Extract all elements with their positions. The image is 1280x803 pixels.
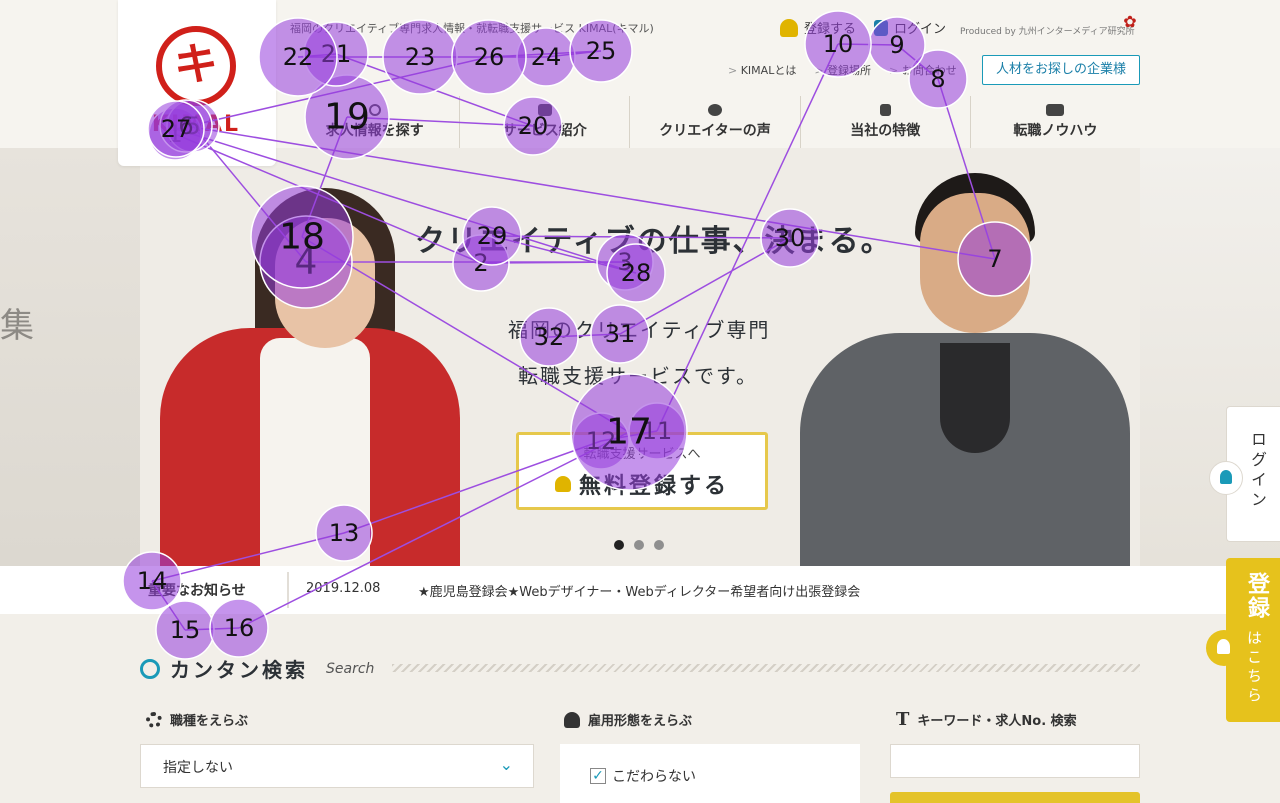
job-type-heading: 職種をえらぶ bbox=[146, 710, 248, 729]
employment-label: 雇用形態をえらぶ bbox=[588, 714, 693, 729]
keyword-input[interactable] bbox=[890, 744, 1140, 778]
slider-dot-2[interactable] bbox=[634, 540, 644, 550]
search-heading: カンタン検索 Search bbox=[140, 654, 374, 683]
search-icon bbox=[140, 658, 160, 679]
nav-service-label: サービス紹介 bbox=[502, 123, 587, 139]
checkbox-checked[interactable]: ✓ bbox=[590, 768, 606, 784]
employment-any-label: こだわらない bbox=[612, 769, 696, 785]
search-title: カンタン検索 bbox=[170, 658, 308, 682]
cta-big-label: 無料登録する bbox=[578, 474, 729, 499]
register-link-label: 登録する bbox=[804, 22, 857, 37]
lock-icon bbox=[874, 19, 889, 36]
nav-voices[interactable]: クリエイターの声 bbox=[629, 96, 799, 148]
news-label: 重要なお知らせ bbox=[148, 583, 246, 599]
logo-mark: キ bbox=[156, 26, 236, 106]
gaze-path-segment bbox=[184, 627, 240, 631]
nav-voices-label: クリエイターの声 bbox=[659, 123, 771, 139]
user-add-icon bbox=[780, 18, 798, 37]
gaze-fixation-label-15: 15 bbox=[170, 616, 201, 644]
register-link[interactable]: 登録する bbox=[780, 18, 856, 37]
side-register-tab[interactable]: 登録 はこちら bbox=[1206, 558, 1280, 722]
login-link[interactable]: ログイン bbox=[874, 18, 946, 37]
nav-service[interactable]: サービス紹介 bbox=[459, 96, 629, 148]
keyword-heading: T キーワード・求人No. 検索 bbox=[896, 710, 1077, 729]
job-type-select[interactable]: 指定しない ⌄ bbox=[140, 744, 534, 788]
producer-logo: ✿ bbox=[1123, 12, 1137, 31]
side-login-label: ログイン bbox=[1248, 431, 1267, 511]
user-add-icon bbox=[1206, 630, 1242, 666]
heading-stripe bbox=[392, 664, 1140, 672]
open-book-icon bbox=[1046, 104, 1065, 116]
nav-knowhow[interactable]: 転職ノウハウ bbox=[969, 96, 1140, 148]
text-icon: T bbox=[896, 708, 910, 730]
slider-dot-1[interactable] bbox=[614, 540, 624, 550]
login-link-label: ログイン bbox=[894, 22, 947, 37]
global-nav: 求人情報を探す サービス紹介 クリエイターの声 当社の特徴 転職ノウハウ bbox=[290, 96, 1140, 148]
side-register-sub: はこちら bbox=[1245, 630, 1263, 706]
site-logo[interactable]: キ KIMAL bbox=[118, 0, 276, 166]
news-title-link[interactable]: ★鹿児島登録会★Webデザイナー・Webディレクター希望者向け出張登録会 bbox=[418, 581, 860, 600]
site-tagline: 福岡のクリエイティブ専門求人情報・就転職支援サービス KIMAL(キマル) bbox=[290, 22, 654, 35]
sub-links: KIMALとは 登録場所 お問合わせ bbox=[728, 62, 957, 78]
nav-job-search[interactable]: 求人情報を探す bbox=[290, 96, 459, 148]
nav-features-label: 当社の特徴 bbox=[850, 123, 921, 139]
hero-subtext-1: 福岡のクリエイティブ専門 bbox=[508, 318, 771, 342]
speech-bubble-icon bbox=[708, 104, 722, 116]
hero-ghost-text: 集 bbox=[0, 306, 34, 346]
side-register-label: 登録 bbox=[1244, 572, 1269, 620]
produced-by: Produced by 九州インターメディア研究所 bbox=[960, 27, 1135, 37]
user-icon bbox=[1209, 461, 1243, 495]
slider-dot-3[interactable] bbox=[654, 540, 664, 550]
employment-options: ✓ こだわらない bbox=[560, 744, 860, 803]
search-icon bbox=[368, 104, 381, 116]
news-date: 2019.12.08 bbox=[306, 581, 381, 596]
employment-any-option[interactable]: ✓ こだわらない bbox=[590, 766, 696, 786]
keyword-search-button[interactable] bbox=[890, 792, 1140, 803]
user-add-icon bbox=[554, 476, 571, 492]
cta-small-label: 転職支援サービスへ bbox=[583, 447, 701, 462]
person-icon bbox=[564, 711, 580, 728]
employment-heading: 雇用形態をえらぶ bbox=[564, 710, 692, 729]
hero-subtext-2: 転職支援サービスです。 bbox=[518, 364, 758, 388]
nav-knowhow-label: 転職ノウハウ bbox=[1013, 123, 1098, 139]
gear-icon bbox=[146, 711, 162, 728]
flag-icon bbox=[537, 104, 552, 116]
sub-link-contact[interactable]: お問合わせ bbox=[889, 62, 957, 78]
sub-link-venue[interactable]: 登録場所 bbox=[814, 62, 871, 78]
free-register-button[interactable]: 転職支援サービスへ 無料登録する bbox=[516, 432, 768, 510]
gaze-fixation-label-16: 16 bbox=[224, 614, 255, 642]
hero-side-left: 集 bbox=[0, 148, 140, 566]
logo-text: KIMAL bbox=[151, 112, 241, 137]
nav-job-search-label: 求人情報を探す bbox=[325, 123, 424, 139]
hero-headline: クリエイティブの仕事、決まる。 bbox=[415, 224, 893, 259]
nav-features[interactable]: 当社の特徴 bbox=[799, 96, 970, 148]
keyword-label: キーワード・求人No. 検索 bbox=[917, 714, 1077, 729]
corporate-button[interactable]: 人材をお探しの企業様 bbox=[982, 55, 1140, 85]
slider-dots bbox=[614, 540, 664, 550]
side-login-tab[interactable]: ログイン bbox=[1209, 406, 1280, 542]
news-divider bbox=[287, 572, 289, 608]
job-type-value: 指定しない bbox=[163, 760, 233, 776]
sub-link-about[interactable]: KIMALとは bbox=[728, 62, 797, 78]
search-title-en: Search bbox=[326, 660, 375, 677]
hero-slider: クリエイティブの仕事、決まる。 福岡のクリエイティブ専門 転職支援サービスです。… bbox=[140, 148, 1140, 566]
top-links: 登録する ログイン bbox=[780, 18, 946, 37]
job-type-label: 職種をえらぶ bbox=[170, 714, 249, 729]
chevron-down-icon: ⌄ bbox=[499, 755, 513, 774]
news-bar: 重要なお知らせ 2019.12.08 ★鹿児島登録会★Webデザイナー・Webデ… bbox=[0, 566, 1280, 614]
book-icon bbox=[879, 104, 891, 116]
